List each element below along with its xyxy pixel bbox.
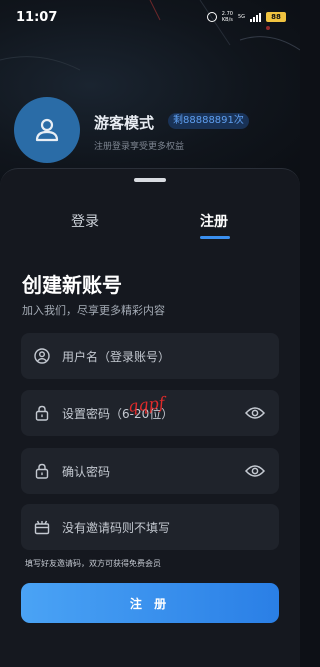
confirm-password-placeholder: 确认密码 bbox=[62, 464, 111, 479]
remaining-count-badge: 剩88888891次 bbox=[168, 113, 249, 129]
person-icon bbox=[35, 118, 59, 142]
network-type: 5G bbox=[237, 13, 245, 20]
active-tab-indicator bbox=[200, 236, 230, 239]
status-icons: 2.70 KB/s 5G 88 bbox=[206, 11, 286, 23]
guest-mode-title: 游客模式 bbox=[94, 114, 155, 132]
lock-icon bbox=[34, 405, 50, 421]
handwritten-annotation: qqpf bbox=[127, 393, 166, 416]
page-title: 创建新账号 bbox=[22, 273, 122, 297]
gift-icon bbox=[34, 519, 50, 535]
page-subtitle: 加入我们，尽享更多精彩内容 bbox=[22, 304, 165, 317]
alarm-icon bbox=[206, 12, 217, 22]
status-bar: 11:07 2.70 KB/s 5G 88 bbox=[0, 0, 300, 34]
invite-hint: 填写好友邀请码，双方可获得免费会员 bbox=[25, 559, 161, 568]
eye-icon[interactable] bbox=[245, 406, 265, 420]
invite-code-field[interactable]: 没有邀请码则不填写 bbox=[21, 504, 279, 550]
battery-level: 88 bbox=[271, 13, 281, 21]
speed-unit: KB/s bbox=[221, 17, 233, 23]
avatar[interactable] bbox=[14, 97, 80, 163]
user-circle-icon bbox=[34, 348, 50, 364]
network-label: 5G bbox=[237, 13, 245, 20]
tab-register[interactable]: 注册 bbox=[200, 211, 228, 231]
confirm-password-field[interactable]: 确认密码 bbox=[21, 448, 279, 494]
guest-subtitle: 注册登录享受更多权益 bbox=[94, 142, 185, 152]
auth-bottom-sheet: 登录 注册 创建新账号 加入我们，尽享更多精彩内容 用户名（登录账号） 设置密码… bbox=[0, 168, 300, 667]
invite-code-placeholder: 没有邀请码则不填写 bbox=[62, 520, 171, 535]
lock-icon bbox=[34, 463, 50, 479]
username-placeholder: 用户名（登录账号） bbox=[62, 349, 171, 364]
battery-icon: 88 bbox=[266, 12, 286, 22]
drag-handle[interactable] bbox=[134, 178, 166, 182]
register-button[interactable]: 注 册 bbox=[21, 583, 279, 623]
username-field[interactable]: 用户名（登录账号） bbox=[21, 333, 279, 379]
tab-login[interactable]: 登录 bbox=[71, 211, 99, 231]
signal-icon bbox=[250, 12, 261, 22]
eye-icon[interactable] bbox=[245, 464, 265, 478]
network-speed: 2.70 KB/s bbox=[222, 11, 233, 23]
status-time: 11:07 bbox=[16, 9, 58, 25]
